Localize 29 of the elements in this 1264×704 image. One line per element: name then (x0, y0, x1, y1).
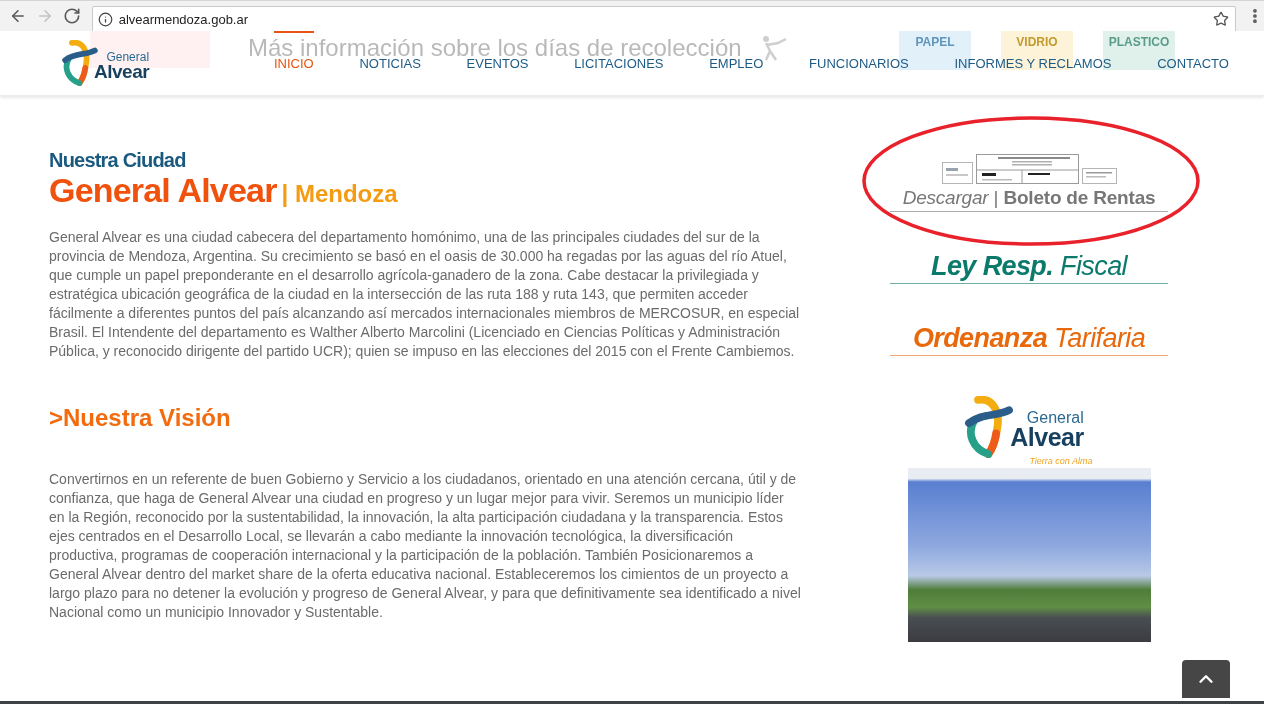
intro-paragraph: General Alvear es una ciudad cabecera del departamento homónimo, una de las principales ciudades del sur de la provincia de Mendoza, Argentina. Su crecimiento se basó en el oasis de 30.000 ha regadas por las aguas del río Atuel, que cumple un papel preponderante en el desarrollo agrícola-ganadero de la zona. Cabe destacar la privilegiada y estratégica ubicación geográfica de la ciudad en la intersección de las ruta 188 y ruta 143, que permiten acceder fácilmente a diferentes puntos del país alcanzando así mercados internacionales miembros de MERCOSUR, en especial Brasil. El Intendente del departamento es Walther Alberto Marcolini (Licenciado en Ciencias Políticas y Administración Pública, y reconocido dirigente del partido UCR); quien se impuso en las elecciones del 2015 con el Frente Cambiemos. (49, 228, 801, 361)
nav-link[interactable]: EMPLEO (709, 55, 764, 71)
document-link[interactable]: Ley Resp. Fiscal (890, 250, 1168, 284)
nav-link[interactable]: FUNCIONARIOS (809, 55, 909, 71)
logo-text: Alvear (1010, 426, 1084, 450)
nav-link[interactable]: NOTICIAS (359, 55, 421, 71)
bin-label: PAPEL (915, 35, 955, 49)
nav-link[interactable]: CONTACTO (1157, 55, 1229, 71)
nav-link[interactable]: INICIO (274, 55, 314, 71)
page-subtitle: | Mendoza (281, 180, 398, 208)
info-icon[interactable] (97, 11, 113, 27)
section-kicker: Nuestra Ciudad (49, 148, 186, 172)
nav-link[interactable]: INFORMES Y RECLAMOS (954, 55, 1112, 71)
logo-tagline: Tierra con Alma (1029, 456, 1093, 467)
vision-paragraph: Convertirnos en un referente de buen Gobierno y Servicio a los ciudadanos, orientado en una atención cercana, útil y de confianza, que haga de General Alvear una ciudad en progreso y un lugar mejor para vivir. Seremos un municipio líder en la Región, reconocido por la sustentabilidad, la innovación, la alta participación ciudadana y la transparencia. Estos ejes centrados en el Desarrollo Local, se llevarán a cabo mediante la innovación tecnológica, la diversificación productiva, programas de cooperación internacional y la participación de la población. También Posicionaremos a General Alvear dentro del market share de la oferta educativa nacional. Estableceremos los cimientos de un proyecto a largo plazo para no detener la evolución y progreso de General Alvear, y para que definitivamente sea identificado a nivel Nacional como un municipio Innovador y Sustentable. (49, 470, 801, 622)
nav-link[interactable]: EVENTOS (466, 55, 529, 71)
reload-icon[interactable] (62, 7, 81, 25)
page-title: General Alvear (49, 172, 277, 208)
logo-text: General (106, 50, 150, 63)
section-title: >Nuestra Visión (49, 404, 231, 432)
logo-text: Alvear (94, 62, 150, 81)
star-icon[interactable] (1213, 11, 1230, 27)
bin-label: VIDRIO (1016, 35, 1058, 49)
logo-text: General (1026, 410, 1084, 427)
bin-label: PLASTICO (1108, 35, 1170, 49)
scroll-top-button[interactable] (1182, 660, 1230, 698)
nav-link[interactable]: LICITACIONES (574, 55, 664, 71)
back-icon[interactable] (9, 7, 27, 25)
address-field[interactable]: alvearmendoza.gob.ar (91, 6, 1237, 31)
